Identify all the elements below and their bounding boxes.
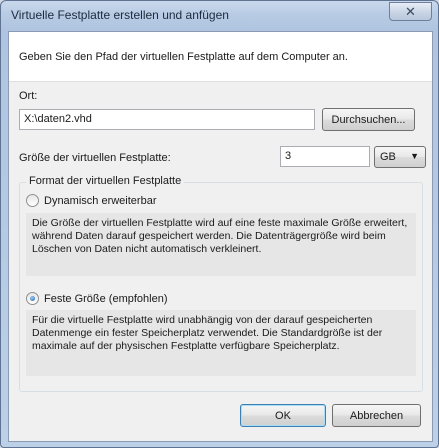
- format-groupbox: Format der virtuellen Festplatte Dynamis…: [19, 175, 423, 392]
- dialog-content: Geben Sie den Pfad der virtuellen Festpl…: [8, 31, 433, 442]
- instruction-text: Geben Sie den Pfad der virtuellen Festpl…: [19, 51, 348, 63]
- radio-fixed[interactable]: Feste Größe (empfohlen): [26, 292, 168, 305]
- size-input[interactable]: 3: [280, 146, 370, 167]
- radio-dynamic-label: Dynamisch erweiterbar: [44, 194, 157, 207]
- location-label: Ort:: [19, 90, 38, 102]
- dynamic-description: Die Größe der virtuellen Festplatte wird…: [26, 213, 416, 276]
- window-title: Virtuelle Festplatte erstellen und anfüg…: [11, 8, 229, 22]
- close-button[interactable]: ✕: [389, 2, 432, 21]
- fixed-description: Für die virtuelle Festplatte wird unabhä…: [26, 310, 416, 376]
- radio-dynamic[interactable]: Dynamisch erweiterbar: [26, 194, 156, 207]
- close-icon: ✕: [405, 3, 416, 19]
- browse-button[interactable]: Durchsuchen...: [322, 108, 415, 131]
- location-input[interactable]: X:\daten2.vhd: [19, 109, 315, 130]
- size-unit-value: GB: [380, 151, 396, 163]
- dialog-window: Virtuelle Festplatte erstellen und anfüg…: [0, 0, 439, 448]
- size-label: Größe der virtuellen Festplatte:: [19, 152, 171, 164]
- ok-button[interactable]: OK: [240, 404, 326, 427]
- radio-fixed-button[interactable]: [26, 292, 39, 305]
- format-group-title: Format der virtuellen Festplatte: [26, 175, 185, 187]
- instruction-panel: Geben Sie den Pfad der virtuellen Festpl…: [9, 32, 432, 82]
- size-unit-dropdown[interactable]: GB ▼: [374, 146, 426, 168]
- title-bar[interactable]: Virtuelle Festplatte erstellen und anfüg…: [1, 1, 438, 31]
- radio-fixed-label: Feste Größe (empfohlen): [44, 292, 168, 305]
- chevron-down-icon: ▼: [410, 151, 419, 161]
- radio-dynamic-button[interactable]: [26, 194, 39, 207]
- cancel-button[interactable]: Abbrechen: [332, 404, 421, 427]
